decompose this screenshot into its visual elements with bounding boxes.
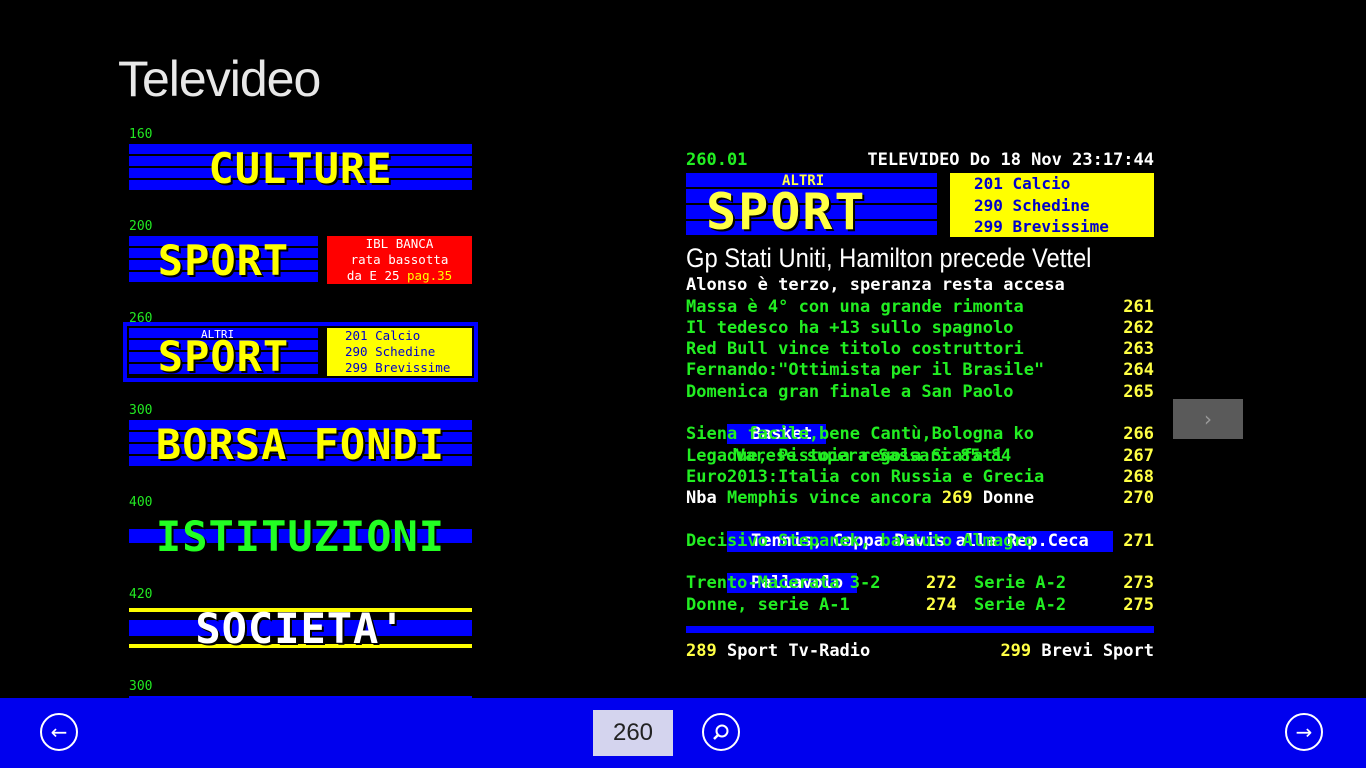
ad-line: da E 25 pag.35 [346,268,453,283]
arrow-right-circle-icon: → [1295,720,1313,744]
thumbnail-label: CULTURE [208,143,393,193]
thumbnail-banner: ISTITUZIONI [129,511,472,561]
arrow-left-circle-icon: ← [50,720,68,744]
search-button[interactable] [702,713,740,751]
header-info: TELEVIDEO Do 18 Nov 23:17:44 [867,150,1154,170]
logo-link[interactable]: 290 Schedine [974,195,1154,216]
sport-logo: ALTRI SPORT 201 Calcio 290 Schedine 299 … [686,173,1154,241]
back-button[interactable]: ← [40,713,78,751]
thumbnail-label: SOCIETA' [195,603,406,653]
sport-stripes: SPORT [129,235,318,285]
logo-links-box: 201 Calcio 290 Schedine 299 Brevissime [950,173,1154,238]
volley-row[interactable]: Trento-Macerata 3-2 272 Serie A-2 273 [686,573,1154,594]
thumbnail-banner: BORSA FONDI [129,419,472,469]
thumbnail-page-number: 160 [129,127,153,142]
tennis-section: Tennis, Coppa Davis alla Rep.Ceca [686,510,1154,553]
ad-line: rata bassotta [350,252,449,267]
link-item: 201 Calcio [345,328,421,343]
link-item: 290 Schedine [345,344,436,359]
thumbnail-label: BORSA FONDI [155,419,446,469]
teletext-page: 260.01 TELEVIDEO Do 18 Nov 23:17:44 ALTR… [686,150,1154,662]
footer-right[interactable]: 299 Brevi Sport [1000,641,1154,662]
forward-button[interactable]: → [1285,713,1323,751]
ad-line: IBL BANCA [365,236,434,251]
separator-bar [686,626,1154,634]
news-row[interactable]: Il tedesco ha +13 sullo spagnolo 262 [686,318,1154,339]
thumbnail-page-number: 300 [129,679,153,694]
news-row[interactable]: Domenica gran finale a San Paolo 265 [686,382,1154,403]
app-bar: ← → [0,698,1366,768]
thumbnail-page-number: 200 [129,219,153,234]
thumbnail-page-number: 400 [129,495,153,510]
app-title: Televideo [118,51,321,107]
basket-section: Basket Varese supera Sassari 85-84 [686,403,1154,466]
teletext-header: 260.01 TELEVIDEO Do 18 Nov 23:17:44 [686,150,1154,171]
thumbnail-page-number: 300 [129,403,153,418]
page-code: 260.01 [686,150,748,170]
next-page-button[interactable]: › [1173,399,1243,439]
logo-sport: SPORT [706,183,867,242]
page-number-input[interactable] [593,710,673,756]
ad-box: IBL BANCA rata bassotta da E 25 pag.35 [327,236,472,284]
news-row[interactable]: Siena facile,bene Cantù,Bologna ko 266 [686,424,1154,445]
news-row[interactable]: Massa è 4° con una grande rimonta 261 [686,297,1154,318]
thumbnail-banner-selected: ALTRI SPORT 201 Calcio 290 Schedine 299 … [123,322,478,382]
logo-link[interactable]: 299 Brevissime [974,216,1154,237]
thumbnail-banner: CULTURE [129,143,472,193]
thumbnail-banner: SOCIETA' [129,603,472,653]
volley-row[interactable]: Donne, serie A-1 274 Serie A-2 275 [686,595,1154,616]
links-box: 201 Calcio 290 Schedine 299 Brevissime [327,328,472,376]
footer-left[interactable]: 289 Sport Tv-Radio [686,641,870,662]
subhead: Alonso è terzo, speranza resta accesa [686,275,1065,296]
teletext-footer: 289 Sport Tv-Radio 299 Brevi Sport [686,641,1154,662]
thumbnail-banner: SPORT IBL BANCA rata bassotta da E 25 pa… [129,235,472,285]
sport-stripes: ALTRI SPORT [129,328,318,381]
headline: Gp Stati Uniti, Hamilton precede Vettel [686,243,1092,274]
thumbnail-page-number: 420 [129,587,153,602]
thumbnail-label: SPORT [157,331,290,381]
news-row[interactable]: Red Bull vince titolo costruttori 263 [686,339,1154,360]
news-row[interactable]: Euro2013:Italia con Russia e Grecia 268 [686,467,1154,488]
link-item: 299 Brevissime [345,360,451,375]
thumbnail-label: SPORT [157,235,290,285]
news-row[interactable]: Fernando:"Ottimista per il Brasile" 264 [686,360,1154,381]
chevron-right-icon: › [1204,407,1212,431]
nba-row[interactable]: Nba Memphis vince ancora 269 Donne 270 [686,488,1154,509]
thumbnail-page-number: 260 [129,311,153,326]
logo-link[interactable]: 201 Calcio [974,173,1154,194]
volley-section: Pallavolo [686,552,1154,594]
thumbnail-label: ISTITUZIONI [155,511,446,561]
search-icon [713,724,729,740]
news-row[interactable]: Legadue, Pistoia regola Scafati 267 [686,446,1154,467]
